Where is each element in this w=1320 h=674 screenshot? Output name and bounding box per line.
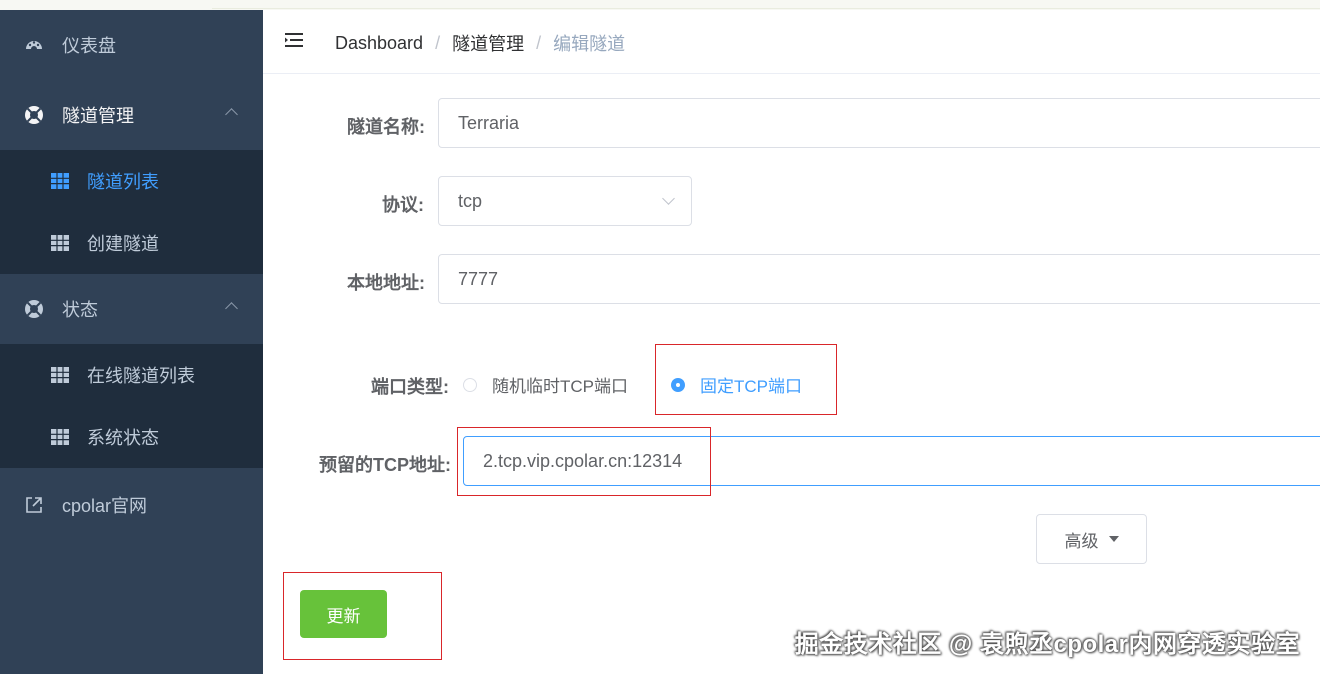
advanced-button[interactable]: 高级 bbox=[1036, 514, 1147, 564]
sidebar-item-label: 系统状态 bbox=[87, 428, 159, 448]
breadcrumb-separator: / bbox=[435, 32, 441, 53]
tunnel-name-label: 隧道名称: bbox=[347, 117, 425, 137]
sidebar-item-tunnel-list[interactable]: 隧道列表 bbox=[0, 150, 263, 212]
sidebar-item-label: 状态 bbox=[62, 300, 98, 320]
dashboard-icon bbox=[24, 35, 44, 55]
tunnel-name-input[interactable]: Terraria bbox=[438, 98, 1320, 148]
sidebar-item-system-status[interactable]: 系统状态 bbox=[0, 406, 263, 468]
sidebar-item-status[interactable]: 状态 bbox=[0, 274, 263, 344]
highlight-box-reserved-address bbox=[457, 427, 711, 496]
chevron-up-icon bbox=[225, 302, 238, 315]
breadcrumb: Dashboard / 隧道管理 / 编辑隧道 bbox=[335, 30, 625, 56]
reserved-tcp-label: 预留的TCP地址: bbox=[319, 455, 451, 475]
top-strip bbox=[0, 0, 1320, 10]
protocol-select[interactable]: tcp bbox=[438, 176, 692, 226]
breadcrumb-current: 编辑隧道 bbox=[553, 34, 626, 54]
hamburger-icon[interactable] bbox=[284, 30, 304, 50]
port-type-label: 端口类型: bbox=[371, 377, 449, 397]
caret-down-icon bbox=[1108, 536, 1119, 542]
sidebar-item-label: 仪表盘 bbox=[62, 36, 116, 56]
lifebuoy-icon bbox=[24, 299, 44, 319]
grid-icon bbox=[50, 365, 70, 385]
header: Dashboard / 隧道管理 / 编辑隧道 bbox=[263, 10, 1320, 74]
sidebar-item-tunnel-management[interactable]: 隧道管理 bbox=[0, 80, 263, 150]
breadcrumb-section[interactable]: 隧道管理 bbox=[452, 30, 524, 56]
grid-icon bbox=[50, 427, 70, 447]
watermark-text: 掘金技术社区 @ 袁煦丞cpolar内网穿透实验室 bbox=[794, 631, 1300, 658]
radio-circle-icon bbox=[463, 377, 477, 392]
sidebar: 仪表盘 隧道管理 隧道列表 创建隧道 状态 在线隧道列表 系统状态 cpolar… bbox=[0, 10, 263, 674]
sidebar-item-create-tunnel[interactable]: 创建隧道 bbox=[0, 212, 263, 274]
highlight-box-update bbox=[283, 572, 442, 660]
radio-label: 随机临时TCP端口 bbox=[492, 377, 628, 396]
sidebar-item-label: 隧道列表 bbox=[87, 172, 159, 192]
grid-icon bbox=[50, 233, 70, 253]
protocol-label: 协议: bbox=[382, 195, 424, 215]
sidebar-item-label: 隧道管理 bbox=[62, 106, 134, 126]
sidebar-item-label: 在线隧道列表 bbox=[87, 366, 195, 386]
local-address-label: 本地地址: bbox=[347, 273, 425, 293]
chevron-up-icon bbox=[225, 108, 238, 121]
grid-icon bbox=[50, 171, 70, 191]
app-root: 仪表盘 隧道管理 隧道列表 创建隧道 状态 在线隧道列表 系统状态 cpolar… bbox=[0, 0, 1320, 674]
sidebar-item-label: cpolar官网 bbox=[62, 496, 148, 516]
sidebar-item-online-tunnels[interactable]: 在线隧道列表 bbox=[0, 344, 263, 406]
breadcrumb-home[interactable]: Dashboard bbox=[335, 33, 423, 54]
lifebuoy-icon bbox=[24, 105, 44, 125]
chevron-down-icon bbox=[662, 192, 675, 205]
sidebar-item-label: 创建隧道 bbox=[87, 234, 159, 254]
local-address-input[interactable]: 7777 bbox=[438, 254, 1320, 304]
breadcrumb-separator: / bbox=[536, 32, 542, 53]
highlight-box-fixed-port bbox=[655, 344, 837, 415]
protocol-selected-value: tcp bbox=[458, 190, 483, 211]
advanced-label: 高级 bbox=[1064, 531, 1099, 551]
sidebar-item-dashboard[interactable]: 仪表盘 bbox=[0, 10, 263, 80]
radio-random-tcp-port[interactable]: 随机临时TCP端口 bbox=[463, 372, 628, 397]
sidebar-item-cpolar-website[interactable]: cpolar官网 bbox=[0, 470, 263, 540]
external-link-icon bbox=[24, 495, 44, 515]
